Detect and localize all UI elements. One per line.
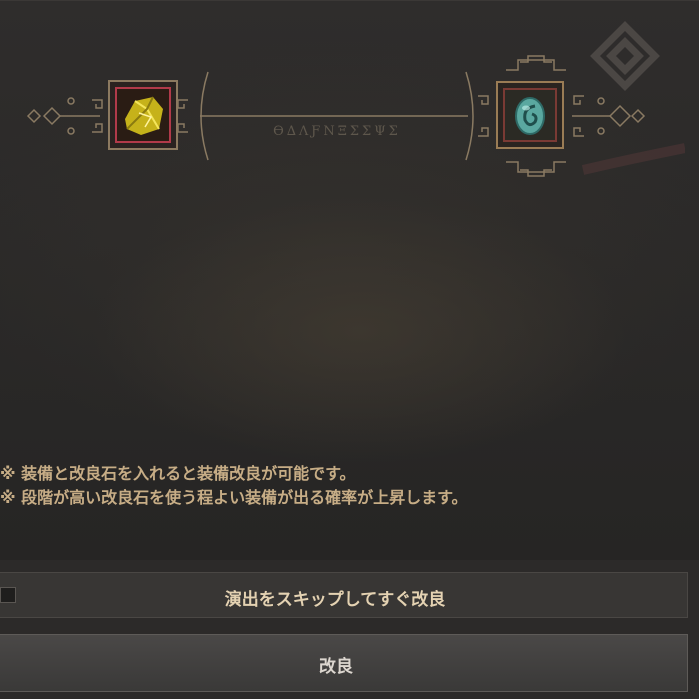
skip-animation-option[interactable]: 演出をスキップしてすぐ改良: [0, 572, 688, 618]
note-line: ※ 装備と改良石を入れると装備改良が可能です。: [0, 464, 356, 483]
upgrade-stone-slot[interactable]: [496, 81, 564, 149]
upgrade-stone-slot-frame: [503, 88, 557, 142]
upgrade-notes: ※ 装備と改良石を入れると装備改良が可能です。 ※ 段階が高い改良石を使う程よい…: [0, 462, 468, 510]
slot-connector-ornament: [26, 55, 646, 177]
upgrade-button[interactable]: 改良: [0, 634, 688, 692]
skip-animation-label: 演出をスキップしてすぐ改良: [224, 590, 446, 610]
equipment-slot[interactable]: [108, 80, 178, 150]
teal-egg-stone-icon: [505, 90, 555, 140]
rune-inscription: ϴ∆ΛƑΝΞΣΣΨΣ: [273, 124, 401, 139]
note-line: ※ 段階が高い改良石を使う程よい装備が出る確率が上昇します。: [0, 488, 468, 507]
upgrade-panel: ϴ∆ΛƑΝΞΣΣΨΣ ※ 装備と改良石を入れると装備改良が可能です。 ※ 段階が…: [0, 0, 699, 560]
upgrade-button-label: 改良: [319, 657, 353, 677]
equipment-slot-frame: [115, 87, 171, 143]
gold-ore-icon: [117, 89, 169, 141]
